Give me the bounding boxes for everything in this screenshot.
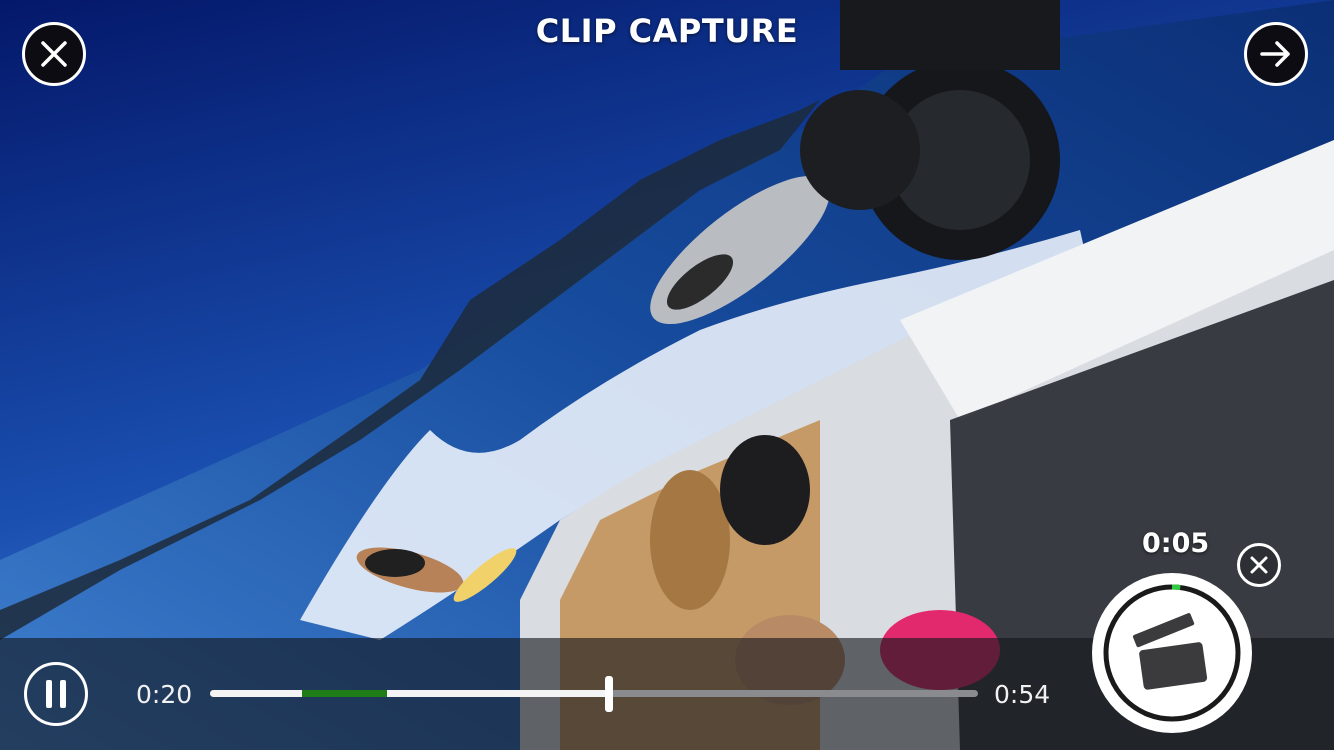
arrow-right-icon [1260,41,1290,67]
close-icon [41,41,67,67]
seek-thumb[interactable] [605,676,614,712]
clip-segment [302,690,387,697]
close-button[interactable] [22,22,86,86]
capture-clip-button[interactable] [1091,572,1253,734]
current-time: 0:20 [136,680,193,709]
pause-icon [46,680,66,708]
passenger [650,470,730,610]
next-button[interactable] [1244,22,1308,86]
clip-elapsed: 0:05 [1142,528,1210,559]
clip-progress-ring [1171,584,1181,591]
page-title: CLIP CAPTURE [535,12,799,50]
total-time: 0:54 [994,680,1051,709]
seek-played [210,690,610,697]
pause-button[interactable] [24,662,88,726]
